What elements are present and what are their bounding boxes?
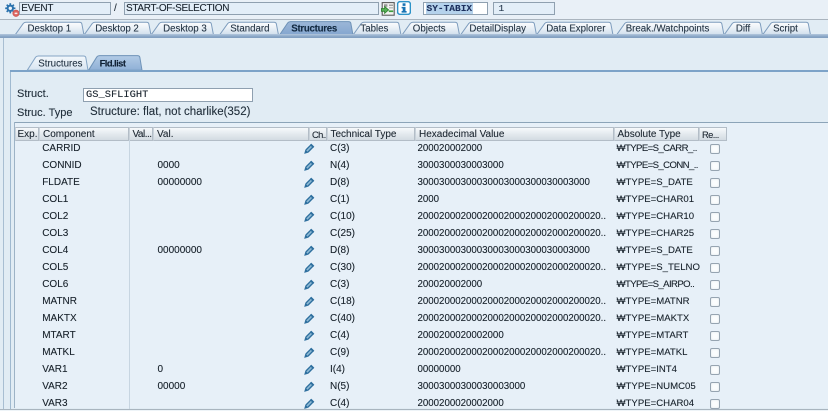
svg-text:Desktop 3: Desktop 3 bbox=[163, 23, 207, 34]
svg-text:Fld.list: Fld.list bbox=[100, 57, 126, 68]
svg-text:Desktop 2: Desktop 2 bbox=[95, 23, 139, 34]
svg-text:DetailDisplay: DetailDisplay bbox=[469, 23, 526, 34]
svg-text:Structures: Structures bbox=[38, 58, 82, 69]
svg-text:Tables: Tables bbox=[360, 23, 388, 34]
svg-text:Desktop 1: Desktop 1 bbox=[28, 23, 72, 34]
svg-text:Break./Watchpoints: Break./Watchpoints bbox=[626, 23, 710, 34]
svg-text:Standard: Standard bbox=[230, 23, 269, 34]
svg-text:Structures: Structures bbox=[291, 23, 337, 34]
svg-text:Objects: Objects bbox=[413, 23, 446, 34]
svg-text:Script: Script bbox=[773, 23, 798, 34]
svg-text:Data Explorer: Data Explorer bbox=[546, 23, 606, 34]
svg-text:Diff: Diff bbox=[736, 23, 751, 34]
